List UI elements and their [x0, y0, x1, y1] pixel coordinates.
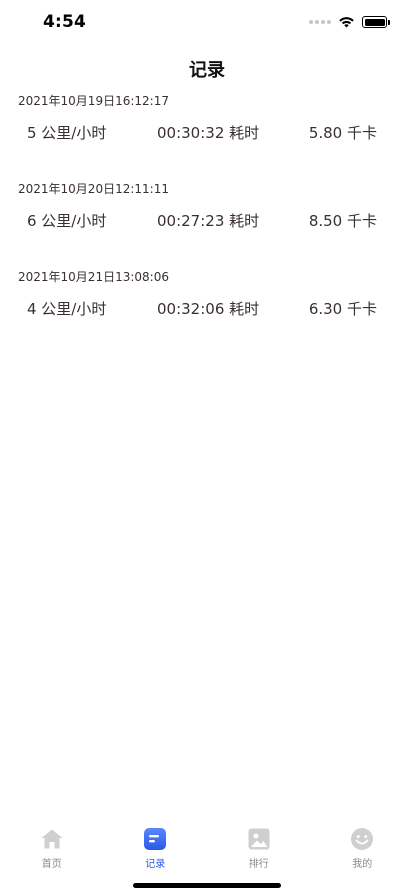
cellular-signal-icon: [309, 20, 331, 24]
record-icon: [144, 828, 167, 850]
record-speed: 4 公里/小时: [27, 300, 107, 318]
tab-home[interactable]: 首页: [0, 827, 104, 870]
tab-profile[interactable]: 我的: [311, 827, 414, 870]
page-title: 记录: [189, 60, 225, 81]
list-item[interactable]: 2021年10月19日16:12:17 5 公里/小时 00:30:32 耗时 …: [0, 90, 414, 178]
record-calories: 5.80 千卡: [308, 124, 377, 142]
home-icon: [41, 829, 63, 849]
record-duration: 00:32:06 耗时: [157, 300, 260, 318]
home-indicator[interactable]: [133, 883, 281, 888]
record-row: 6 公里/小时 00:27:23 耗时 8.50 千卡: [0, 210, 414, 232]
tab-label: 我的: [352, 859, 373, 870]
record-calories: 6.30 千卡: [308, 300, 377, 318]
tab-label: 记录: [145, 859, 166, 870]
record-speed: 5 公里/小时: [27, 124, 107, 142]
tab-label: 排行: [248, 859, 269, 870]
record-row: 4 公里/小时 00:32:06 耗时 6.30 千卡: [0, 298, 414, 320]
record-date: 2021年10月19日16:12:17: [18, 94, 169, 108]
tab-label: 首页: [41, 859, 62, 870]
record-row: 5 公里/小时 00:30:32 耗时 5.80 千卡: [0, 122, 414, 144]
list-item[interactable]: 2021年10月21日13:08:06 4 公里/小时 00:32:06 耗时 …: [0, 266, 414, 354]
record-calories: 8.50 千卡: [308, 212, 377, 230]
status-bar: 4:54: [0, 0, 414, 48]
record-list: 2021年10月19日16:12:17 5 公里/小时 00:30:32 耗时 …: [0, 90, 414, 354]
wifi-icon: [338, 16, 355, 28]
tab-ranking[interactable]: 排行: [207, 827, 311, 870]
tab-record[interactable]: 记录: [104, 827, 208, 870]
record-speed: 6 公里/小时: [27, 212, 107, 230]
record-duration: 00:30:32 耗时: [157, 124, 260, 142]
record-date: 2021年10月20日12:11:11: [18, 182, 169, 196]
battery-icon: [362, 16, 390, 28]
record-duration: 00:27:23 耗时: [157, 212, 260, 230]
ranking-icon: [248, 828, 270, 850]
status-icons: [309, 16, 390, 28]
record-date: 2021年10月21日13:08:06: [18, 270, 169, 284]
status-time: 4:54: [43, 12, 87, 32]
list-item[interactable]: 2021年10月20日12:11:11 6 公里/小时 00:27:23 耗时 …: [0, 178, 414, 266]
profile-icon: [351, 828, 374, 850]
